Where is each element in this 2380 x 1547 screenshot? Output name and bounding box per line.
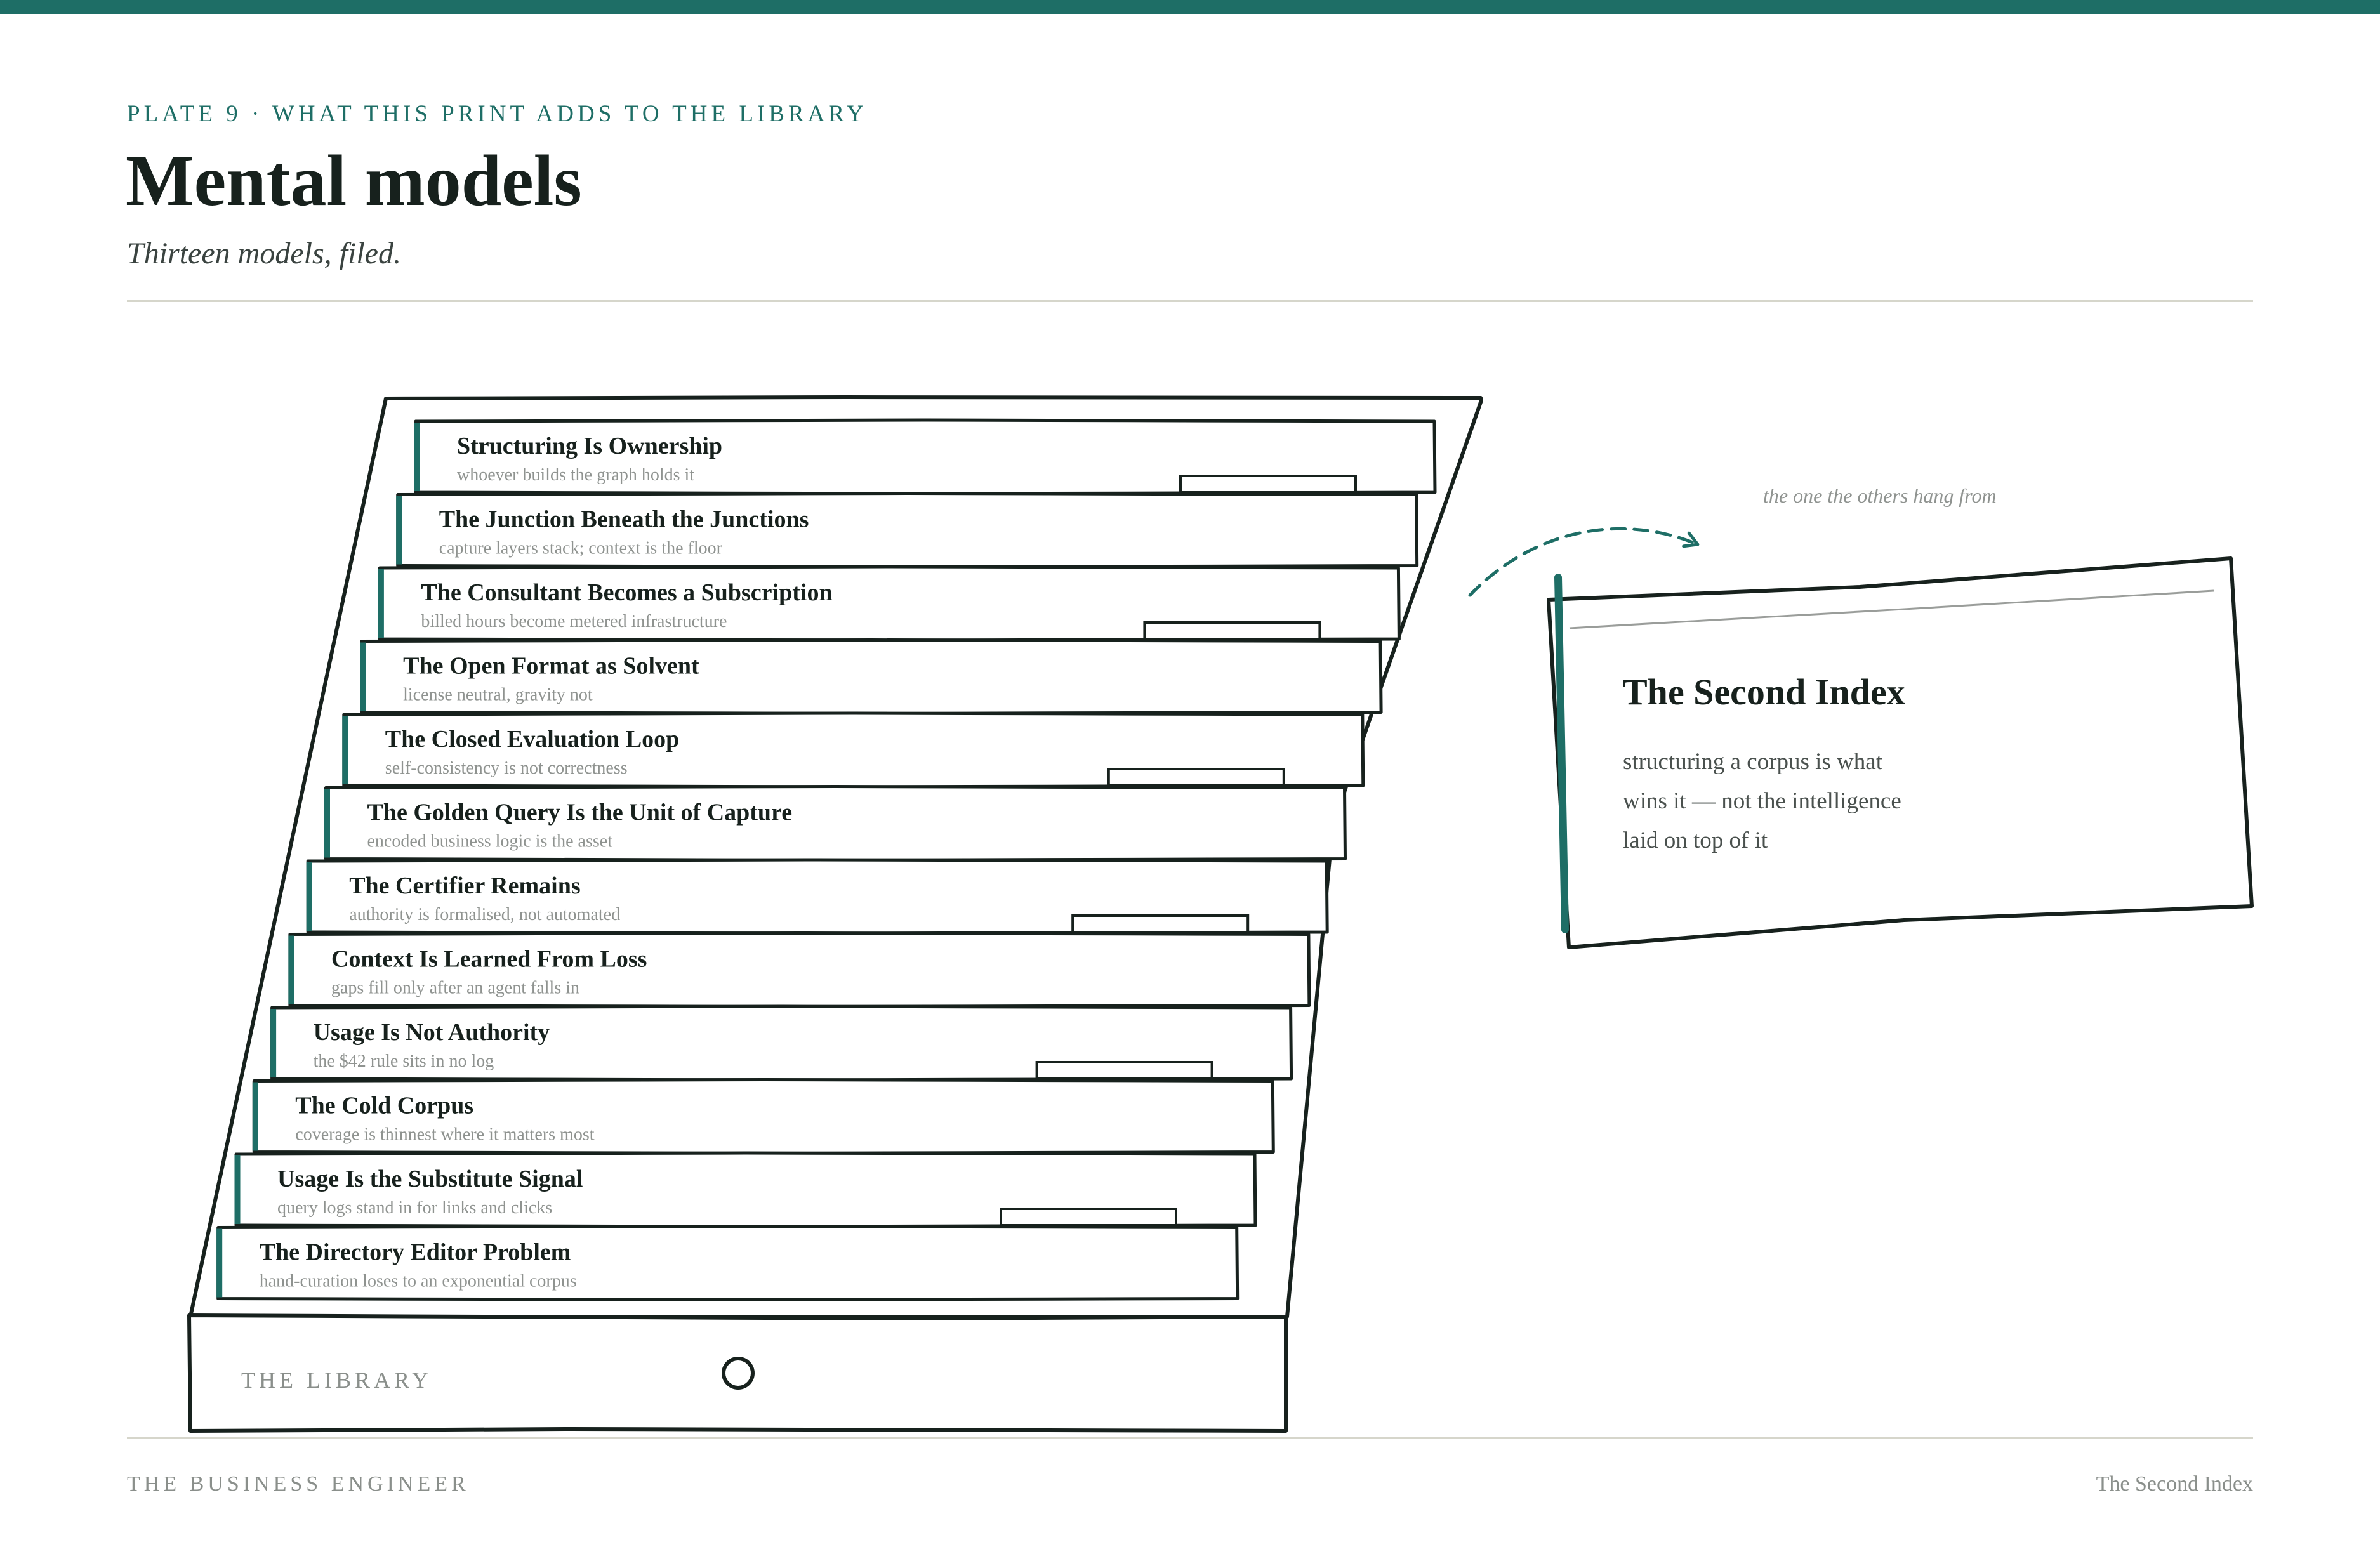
featured-title: The Second Index	[1623, 671, 1905, 713]
book-subtitle: self-consistency is not correctness	[385, 758, 628, 778]
book-title: The Cold Corpus	[295, 1093, 473, 1119]
book-title: Context Is Learned From Loss	[331, 946, 647, 973]
featured-body-line: structuring a corpus is what	[1623, 749, 1883, 775]
book-spine: The Cold Corpus coverage is thinnest wher…	[252, 1078, 1275, 1155]
book-subtitle: query logs stand in for links and clicks	[277, 1198, 552, 1218]
footer-series: The Second Index	[2096, 1472, 2253, 1496]
book-spine: The Consultant Becomes a Subscription bil…	[378, 565, 1401, 642]
book-spine: The Golden Query Is the Unit of Capture e…	[324, 785, 1347, 862]
book-spine: The Directory Editor Problem hand-curatio…	[216, 1225, 1240, 1301]
book-label-tab	[1000, 1208, 1177, 1227]
books-group: Structuring Is Ownership whoever builds t…	[216, 418, 1437, 1301]
book-subtitle: hand-curation loses to an exponential co…	[260, 1272, 577, 1291]
library-label: THE LIBRARY	[241, 1367, 432, 1393]
book-title: Structuring Is Ownership	[457, 433, 722, 459]
book-spine: Context Is Learned From Loss gaps fill on…	[288, 931, 1311, 1008]
book-title: The Open Format as Solvent	[403, 653, 699, 680]
book-title: The Directory Editor Problem	[260, 1239, 571, 1266]
book-title: The Consultant Becomes a Subscription	[421, 579, 832, 606]
featured-body-line: laid on top of it	[1623, 827, 1768, 853]
library-plinth: THE LIBRARY	[187, 1313, 1288, 1433]
book-title: Usage Is the Substitute Signal	[277, 1166, 583, 1192]
book-subtitle: encoded business logic is the asset	[367, 832, 613, 852]
book-subtitle: capture layers stack; context is the flo…	[439, 539, 723, 558]
book-spine: The Certifier Remains authority is formal…	[306, 858, 1329, 935]
book-subtitle: authority is formalised, not automated	[349, 905, 620, 925]
footer-divider	[127, 1437, 2253, 1439]
footer-brand: THE BUSINESS ENGINEER	[127, 1472, 470, 1496]
book-spine: The Open Format as Solvent license neutra…	[360, 638, 1383, 715]
book-spine: The Closed Evaluation Loop self-consisten…	[342, 711, 1365, 789]
book-subtitle: whoever builds the graph holds it	[457, 465, 694, 485]
book-label-tab	[1143, 621, 1321, 640]
connector-arrow	[1468, 527, 1700, 597]
book-title: The Junction Beneath the Junctions	[439, 506, 809, 533]
book-title: Usage Is Not Authority	[314, 1019, 550, 1046]
featured-body-line: wins it — not the intelligence	[1623, 788, 1901, 814]
book-spine: Usage Is the Substitute Signal query logs…	[234, 1151, 1257, 1228]
book-title: The Golden Query Is the Unit of Capture	[367, 800, 793, 826]
book-subtitle: the $42 rule sits in no log	[314, 1051, 494, 1071]
book-label-tab	[1035, 1061, 1213, 1080]
book-subtitle: gaps fill only after an agent falls in	[331, 978, 579, 998]
library-diagram: Structuring Is Ownership whoever builds t…	[187, 395, 2254, 1433]
book-subtitle: coverage is thinnest where it matters mo…	[295, 1125, 594, 1145]
featured-card: The Second Index structuring a corpus is…	[1547, 556, 2254, 949]
book-title: The Closed Evaluation Loop	[385, 726, 680, 753]
book-spine: Usage Is Not Authority the $42 rule sits …	[270, 1004, 1293, 1082]
book-subtitle: billed hours become metered infrastructu…	[421, 612, 727, 631]
book-label-tab	[1107, 768, 1285, 787]
book-spine: Structuring Is Ownership whoever builds t…	[414, 418, 1437, 496]
book-label-tab	[1071, 914, 1250, 933]
book-label-tab	[1179, 475, 1357, 494]
book-title: The Certifier Remains	[349, 872, 580, 899]
featured-annotation: the one the others hang from	[1763, 484, 1997, 507]
book-subtitle: license neutral, gravity not	[403, 685, 593, 705]
book-spine: The Junction Beneath the Junctions captur…	[396, 492, 1419, 569]
